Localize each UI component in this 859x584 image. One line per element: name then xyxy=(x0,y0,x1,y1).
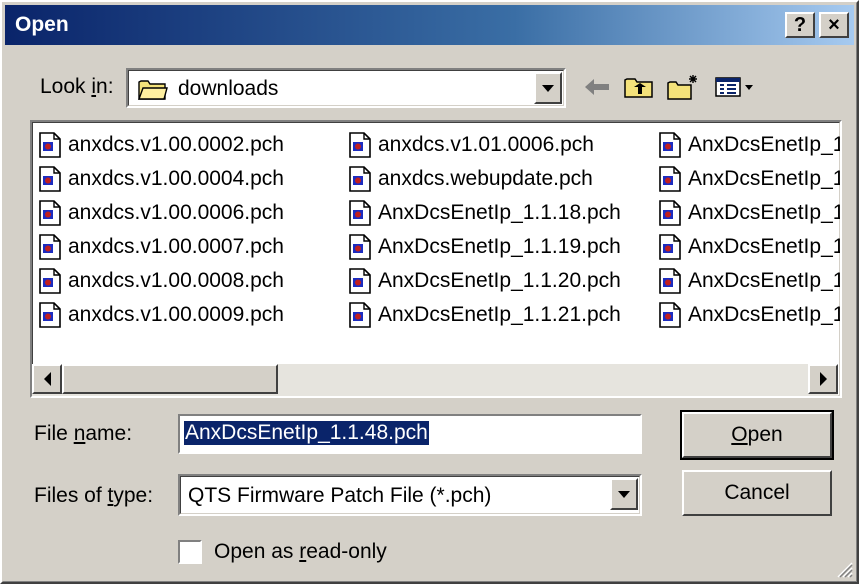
files-of-type-dropdown-arrow[interactable] xyxy=(610,478,638,510)
file-item-label: AnxDcsEnetIp_1 xyxy=(688,201,842,224)
file-item[interactable]: anxdcs.v1.00.0009.pch xyxy=(38,298,284,332)
file-item[interactable]: AnxDcsEnetIp_1.1.18.pch xyxy=(348,196,621,230)
patch-file-icon xyxy=(349,302,371,328)
back-button[interactable] xyxy=(580,70,614,104)
look-in-dropdown-arrow[interactable] xyxy=(534,72,562,104)
cancel-button[interactable]: Cancel xyxy=(682,470,832,516)
look-in-label: Look in: xyxy=(40,75,114,98)
patch-file-icon xyxy=(39,268,61,294)
file-item-label: AnxDcsEnetIp_1.1.19.pch xyxy=(378,235,621,258)
file-item[interactable]: anxdcs.v1.00.0006.pch xyxy=(38,196,284,230)
close-button[interactable]: × xyxy=(819,12,849,38)
view-menu-button[interactable] xyxy=(712,70,758,104)
file-item[interactable]: anxdcs.v1.00.0008.pch xyxy=(38,264,284,298)
file-item-label: anxdcs.webupdate.pch xyxy=(378,167,593,190)
file-item-label: anxdcs.v1.00.0009.pch xyxy=(68,303,284,326)
files-of-type-value: QTS Firmware Patch File (*.pch) xyxy=(188,484,492,507)
patch-file-icon xyxy=(349,132,371,158)
file-item-label: AnxDcsEnetIp_1 xyxy=(688,303,842,326)
file-item-label: anxdcs.v1.00.0006.pch xyxy=(68,201,284,224)
file-item[interactable]: AnxDcsEnetIp_1 xyxy=(658,196,842,230)
file-item[interactable]: AnxDcsEnetIp_1 xyxy=(658,230,842,264)
file-item[interactable]: AnxDcsEnetIp_1 xyxy=(658,298,842,332)
patch-file-icon xyxy=(659,234,681,260)
horizontal-scrollbar[interactable] xyxy=(32,364,838,396)
file-item-label: AnxDcsEnetIp_1.1.21.pch xyxy=(378,303,621,326)
file-item-label: anxdcs.v1.00.0007.pch xyxy=(68,235,284,258)
patch-file-icon xyxy=(659,200,681,226)
title-bar[interactable]: Open ? × xyxy=(5,5,854,45)
file-item-label: anxdcs.v1.00.0002.pch xyxy=(68,133,284,156)
file-name-label: File name: xyxy=(34,422,133,445)
resize-grip-icon[interactable] xyxy=(835,560,853,578)
scroll-right-button[interactable] xyxy=(808,364,838,394)
back-arrow-icon xyxy=(585,79,609,95)
create-new-folder-button[interactable] xyxy=(666,70,700,104)
patch-file-icon xyxy=(659,132,681,158)
chevron-down-icon xyxy=(542,84,554,92)
file-item-label: AnxDcsEnetIp_1 xyxy=(688,133,842,156)
dialog-title: Open xyxy=(15,13,69,36)
file-item[interactable]: anxdcs.v1.00.0002.pch xyxy=(38,128,284,162)
file-list[interactable]: anxdcs.v1.00.0002.pch anxdcs.v1.00.0004.p… xyxy=(30,120,842,398)
file-item[interactable]: AnxDcsEnetIp_1 xyxy=(658,264,842,298)
file-name-input[interactable] xyxy=(182,420,622,448)
look-in-dropdown[interactable]: downloads xyxy=(126,68,566,108)
file-item[interactable]: anxdcs.v1.00.0004.pch xyxy=(38,162,284,196)
new-folder-icon xyxy=(667,75,697,100)
open-read-only-label[interactable]: Open as read-only xyxy=(214,540,387,564)
files-of-type-dropdown[interactable]: QTS Firmware Patch File (*.pch) xyxy=(178,474,642,516)
file-item-label: AnxDcsEnetIp_1 xyxy=(688,269,842,292)
patch-file-icon xyxy=(349,268,371,294)
patch-file-icon xyxy=(39,234,61,260)
chevron-down-icon xyxy=(618,490,630,498)
arrow-right-icon xyxy=(819,372,827,386)
patch-file-icon xyxy=(349,166,371,192)
patch-file-icon xyxy=(39,200,61,226)
view-menu-icon xyxy=(715,77,753,97)
file-column-1: anxdcs.v1.00.0002.pch anxdcs.v1.00.0004.p… xyxy=(38,128,284,332)
file-item-label: anxdcs.v1.00.0004.pch xyxy=(68,167,284,190)
file-item-label: AnxDcsEnetIp_1.1.20.pch xyxy=(378,269,621,292)
patch-file-icon xyxy=(39,132,61,158)
files-of-type-label: Files of type: xyxy=(34,484,154,507)
open-dialog: Open ? × Look in: downloads anxdcs.v1.00… xyxy=(0,0,859,584)
patch-file-icon xyxy=(659,268,681,294)
patch-file-icon xyxy=(659,166,681,192)
patch-file-icon xyxy=(39,302,61,328)
file-item-label: AnxDcsEnetIp_1 xyxy=(688,167,842,190)
file-item[interactable]: anxdcs.v1.00.0007.pch xyxy=(38,230,284,264)
arrow-left-icon xyxy=(43,372,51,386)
file-item-label: AnxDcsEnetIp_1 xyxy=(688,235,842,258)
folder-icon xyxy=(138,80,168,100)
file-item[interactable]: AnxDcsEnetIp_1.1.21.pch xyxy=(348,298,621,332)
file-item-label: AnxDcsEnetIp_1.1.18.pch xyxy=(378,201,621,224)
patch-file-icon xyxy=(349,200,371,226)
scroll-left-button[interactable] xyxy=(32,364,62,394)
patch-file-icon xyxy=(349,234,371,260)
look-in-value: downloads xyxy=(178,77,279,100)
open-button[interactable]: Open xyxy=(680,410,834,460)
up-one-level-button[interactable] xyxy=(622,70,656,104)
file-column-3: AnxDcsEnetIp_1 AnxDcsEnetIp_1 AnxDcsEnetIp… xyxy=(658,128,842,332)
scrollbar-thumb[interactable] xyxy=(62,364,278,394)
file-column-2: anxdcs.v1.01.0006.pch anxdcs.webupdate.pc… xyxy=(348,128,621,332)
file-item[interactable]: AnxDcsEnetIp_1 xyxy=(658,162,842,196)
up-folder-icon xyxy=(624,78,653,98)
patch-file-icon xyxy=(659,302,681,328)
file-item[interactable]: AnxDcsEnetIp_1.1.20.pch xyxy=(348,264,621,298)
file-name-field[interactable]: AnxDcsEnetIp_1.1.48.pch xyxy=(178,414,642,454)
file-item-label: anxdcs.v1.01.0006.pch xyxy=(378,133,594,156)
file-item[interactable]: AnxDcsEnetIp_1.1.19.pch xyxy=(348,230,621,264)
file-item[interactable]: AnxDcsEnetIp_1 xyxy=(658,128,842,162)
patch-file-icon xyxy=(39,166,61,192)
file-item[interactable]: anxdcs.webupdate.pch xyxy=(348,162,621,196)
open-read-only-checkbox[interactable] xyxy=(178,540,202,564)
file-item[interactable]: anxdcs.v1.01.0006.pch xyxy=(348,128,621,162)
file-item-label: anxdcs.v1.00.0008.pch xyxy=(68,269,284,292)
help-button[interactable]: ? xyxy=(785,12,815,38)
